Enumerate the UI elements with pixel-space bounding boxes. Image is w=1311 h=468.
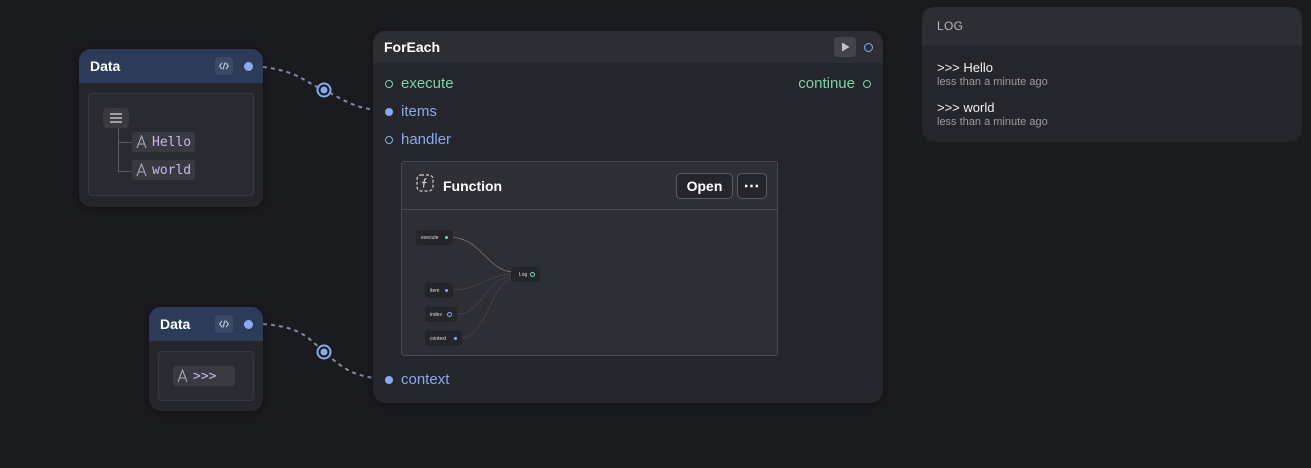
wire-handle-items [316,82,332,98]
port-label: continue [798,75,855,92]
text-icon [136,163,147,177]
function-preview: execute item index context Log [402,210,777,355]
data-string-body: >>> [158,351,254,401]
function-icon [416,174,434,197]
wire-handle-context [316,344,332,360]
string-input-value: >>> [193,368,217,384]
open-button[interactable]: Open [676,172,733,199]
text-icon [136,135,147,149]
string-item-value: world [152,162,192,178]
data-node-string[interactable]: Data >>> [149,307,263,411]
port-continue[interactable]: continue [798,75,871,92]
log-entry: >>> world less than a minute ago [937,100,1048,128]
output-port[interactable] [244,61,253,71]
log-panel[interactable]: LOG >>> Hello less than a minute ago >>>… [922,7,1302,142]
string-item-value: Hello [152,134,192,150]
foreach-title: ForEach [384,39,441,55]
port-context[interactable]: context [385,371,449,388]
text-icon [177,369,188,383]
port-label: context [401,371,450,388]
input-port[interactable] [385,107,393,116]
log-message: >>> world [937,100,995,115]
data-node-header[interactable]: Data [149,307,263,341]
function-card-header: Function Open ⋯ [402,162,777,210]
list-icon [103,108,129,128]
port-label: execute [401,75,454,92]
foreach-node[interactable]: ForEach execute continue items handler F… [373,31,883,403]
more-options-button[interactable]: ⋯ [737,172,767,199]
log-entry: >>> Hello less than a minute ago [937,60,1048,88]
output-port[interactable] [863,79,871,88]
output-port[interactable] [864,42,873,52]
port-handler[interactable]: handler [385,131,451,148]
code-icon[interactable] [215,57,233,75]
wire-data-to-context [246,322,390,380]
preview-node-log: Log [511,267,540,282]
log-timestamp: less than a minute ago [937,116,1048,128]
input-port[interactable] [385,375,393,384]
function-card[interactable]: Function Open ⋯ execute item index conte… [401,161,778,356]
preview-node-index: index [425,307,457,322]
input-port[interactable] [385,79,393,88]
log-message: >>> Hello [937,60,994,75]
preview-node-execute: execute [416,230,453,245]
function-title: Function [443,177,503,194]
string-item[interactable]: Hello [132,132,196,152]
foreach-header[interactable]: ForEach [373,31,883,63]
preview-node-item: item [425,283,453,298]
code-icon[interactable] [215,315,233,333]
input-port[interactable] [385,135,393,144]
log-timestamp: less than a minute ago [937,76,1048,88]
preview-node-context: context [425,331,462,346]
port-label: handler [401,131,452,148]
log-title: LOG [922,7,1302,45]
port-label: items [401,103,437,120]
wire-data-to-items [246,64,390,112]
data-node-title: Data [90,58,121,74]
data-list-body: Hello world [88,93,254,196]
string-input[interactable]: >>> [173,366,235,386]
play-icon[interactable] [834,37,856,57]
port-execute[interactable]: execute [385,75,454,92]
output-port[interactable] [244,319,253,329]
data-node-list[interactable]: Data Hello world [79,49,263,207]
data-node-title: Data [160,316,191,332]
string-item[interactable]: world [132,160,196,180]
port-items[interactable]: items [385,103,437,120]
data-node-header[interactable]: Data [79,49,263,83]
